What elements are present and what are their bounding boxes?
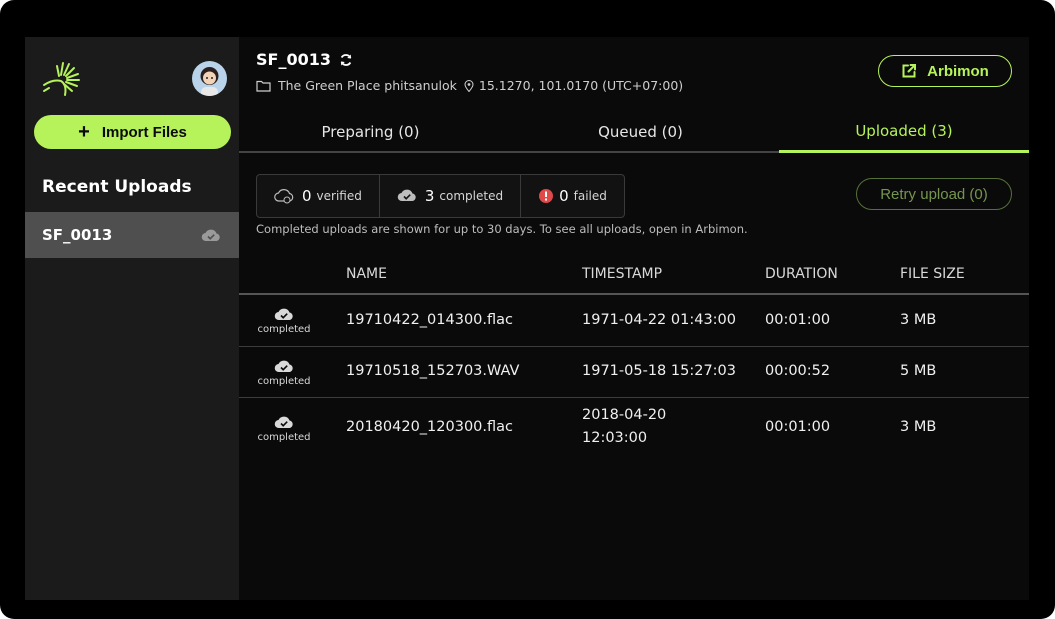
avatar[interactable] xyxy=(192,61,227,96)
column-file-size[interactable]: FILE SIZE xyxy=(900,266,965,282)
cloud-check-icon xyxy=(201,229,220,242)
recent-uploads-title: Recent Uploads xyxy=(42,177,192,197)
tab-queued[interactable]: Queued (0) xyxy=(509,111,772,153)
column-name[interactable]: NAME xyxy=(346,266,387,282)
row-status: completed xyxy=(239,359,329,387)
cloud-check-icon xyxy=(274,416,293,429)
cloud-verified-icon xyxy=(274,189,294,204)
import-files-label: Import Files xyxy=(101,123,187,141)
file-timestamp: 1971-05-18 15:27:03 xyxy=(582,363,736,379)
sidebar: + Import Files Recent Uploads SF_0013 xyxy=(25,37,239,600)
stat-verified: 0 verified xyxy=(257,175,380,217)
recent-upload-item[interactable]: SF_0013 xyxy=(25,212,239,258)
app-window: + Import Files Recent Uploads SF_0013 SF… xyxy=(25,37,1029,600)
completed-count: 3 xyxy=(424,187,435,205)
file-duration: 00:01:00 xyxy=(765,312,831,328)
site-location: The Green Place phitsanulok xyxy=(278,78,457,93)
status-label: completed xyxy=(257,376,311,387)
verified-label: verified xyxy=(316,189,362,203)
tab-uploaded[interactable]: Uploaded (3) xyxy=(779,111,1029,153)
plus-icon: + xyxy=(78,121,90,143)
upload-stats: 0 verified 3 completed 0 failed xyxy=(256,174,625,218)
failed-label: failed xyxy=(573,189,607,203)
cloud-check-icon xyxy=(274,360,293,373)
file-timestamp-date: 2018-04-20 xyxy=(582,407,667,423)
arbimon-label: Arbimon xyxy=(927,62,989,80)
status-label: completed xyxy=(257,432,311,443)
table-row[interactable]: completed 19710518_152703.WAV 1971-05-18… xyxy=(239,347,1029,398)
row-status: completed xyxy=(239,307,329,335)
stat-completed: 3 completed xyxy=(380,175,522,217)
site-coordinates: 15.1270, 101.0170 (UTC+07:00) xyxy=(478,78,684,93)
completed-label: completed xyxy=(439,189,504,203)
external-link-icon xyxy=(902,64,917,78)
file-size: 5 MB xyxy=(900,363,937,379)
cloud-check-icon xyxy=(397,189,416,202)
main-panel: SF_0013 The Green Place phitsanulok 15.1… xyxy=(239,37,1029,600)
avatar-image xyxy=(200,67,219,96)
logo-icon xyxy=(43,62,80,96)
location-pin-icon xyxy=(464,79,474,92)
app-frame: + Import Files Recent Uploads SF_0013 SF… xyxy=(0,0,1055,619)
file-timestamp-time: 12:03:00 xyxy=(582,430,648,446)
retention-note: Completed uploads are shown for up to 30… xyxy=(256,222,748,236)
file-size: 3 MB xyxy=(900,419,937,435)
import-files-button[interactable]: + Import Files xyxy=(34,115,231,149)
table-row[interactable]: completed 20180420_120300.flac 2018-04-2… xyxy=(239,398,1029,458)
tab-preparing[interactable]: Preparing (0) xyxy=(239,111,502,153)
column-duration[interactable]: DURATION xyxy=(765,266,838,282)
failed-count: 0 xyxy=(559,187,569,205)
file-duration: 00:01:00 xyxy=(765,419,831,435)
site-name: SF_0013 xyxy=(256,50,331,69)
file-duration: 00:00:52 xyxy=(765,363,831,379)
row-status: completed xyxy=(239,415,329,443)
upload-tabs: Preparing (0) Queued (0) Uploaded (3) xyxy=(239,111,1029,153)
status-label: completed xyxy=(257,324,311,335)
folder-icon xyxy=(256,80,271,92)
alert-icon xyxy=(539,189,554,203)
file-name: 20180420_120300.flac xyxy=(346,419,514,435)
file-name: 19710518_152703.WAV xyxy=(346,363,520,379)
recent-upload-label: SF_0013 xyxy=(42,226,113,244)
file-timestamp: 1971-04-22 01:43:00 xyxy=(582,312,736,328)
sync-icon[interactable] xyxy=(339,53,353,67)
table-row[interactable]: completed 19710422_014300.flac 1971-04-2… xyxy=(239,295,1029,347)
file-name: 19710422_014300.flac xyxy=(346,312,514,328)
site-meta: The Green Place phitsanulok 15.1270, 101… xyxy=(256,78,683,93)
stat-failed: 0 failed xyxy=(521,175,624,217)
retry-upload-button[interactable]: Retry upload (0) xyxy=(856,178,1012,210)
open-arbimon-button[interactable]: Arbimon xyxy=(878,55,1012,87)
site-header: SF_0013 xyxy=(256,50,353,69)
file-size: 3 MB xyxy=(900,312,937,328)
uploads-table: NAME TIMESTAMP DURATION FILE SIZE comple… xyxy=(239,255,1029,458)
cloud-check-icon xyxy=(274,308,293,321)
verified-count: 0 xyxy=(302,187,312,205)
column-timestamp[interactable]: TIMESTAMP xyxy=(582,266,662,282)
table-header: NAME TIMESTAMP DURATION FILE SIZE xyxy=(239,255,1029,295)
